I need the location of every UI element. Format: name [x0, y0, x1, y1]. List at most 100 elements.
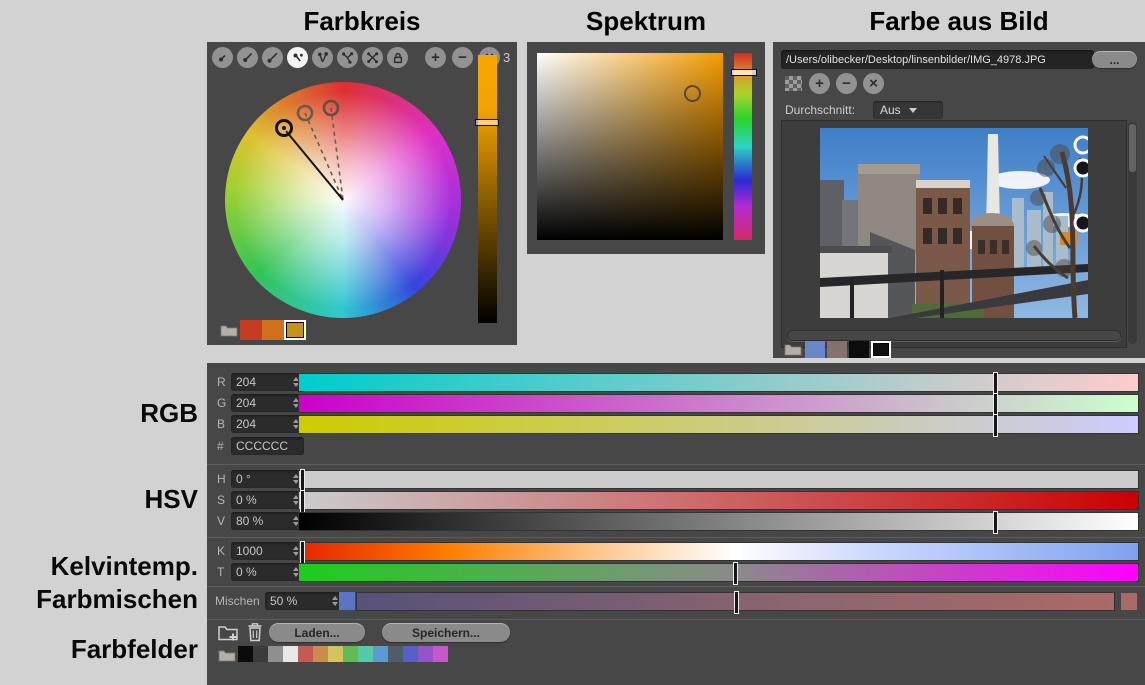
folder-icon[interactable] — [220, 323, 238, 337]
trash-icon[interactable] — [247, 621, 263, 642]
swatch[interactable] — [283, 646, 298, 662]
h-field[interactable]: 0 ° — [231, 470, 304, 488]
swatch[interactable] — [373, 646, 388, 662]
harmony-shade-button[interactable] — [262, 47, 283, 68]
h-label: H — [217, 472, 226, 486]
load-button[interactable]: Laden... — [269, 623, 365, 642]
sample-marker-3[interactable] — [1075, 215, 1088, 231]
swatch[interactable] — [388, 646, 403, 662]
color-count: 3 — [503, 50, 510, 65]
brightness-handle[interactable] — [475, 119, 499, 126]
hue-bar[interactable] — [734, 53, 752, 240]
swatch[interactable] — [343, 646, 358, 662]
horizontal-scrollbar[interactable] — [787, 330, 1121, 341]
slider-row-s: S 0 % — [207, 491, 1145, 510]
swatch[interactable] — [827, 341, 847, 358]
k-slider[interactable] — [299, 543, 1138, 560]
swatch[interactable] — [240, 320, 262, 340]
brightness-bar[interactable] — [478, 55, 497, 323]
harmony-triad-button[interactable] — [337, 47, 358, 68]
swatch[interactable] — [313, 646, 328, 662]
swatch[interactable] — [871, 341, 891, 358]
swatch[interactable] — [403, 646, 418, 662]
swatch[interactable] — [418, 646, 433, 662]
swatch[interactable] — [358, 646, 373, 662]
t-field[interactable]: 0 % — [231, 563, 304, 581]
v-handle[interactable] — [993, 511, 998, 534]
hue-handle[interactable] — [731, 69, 757, 76]
vertical-scroll-thumb[interactable] — [1129, 124, 1136, 172]
k-handle[interactable] — [300, 541, 305, 564]
folder-icon[interactable] — [784, 342, 802, 356]
k-field[interactable]: 1000 — [231, 542, 304, 560]
b-handle[interactable] — [993, 414, 998, 437]
t-handle[interactable] — [733, 562, 738, 585]
image-swatch-strip — [805, 341, 891, 358]
remove-color-button[interactable]: − — [452, 47, 473, 68]
v-slider[interactable] — [299, 513, 1138, 530]
r-field[interactable]: 204 — [231, 373, 304, 391]
swatch[interactable] — [238, 646, 253, 662]
g-field[interactable]: 204 — [231, 394, 304, 412]
v-field[interactable]: 80 % — [231, 512, 304, 530]
swatch[interactable] — [253, 646, 268, 662]
stepper-icon[interactable] — [332, 596, 338, 606]
swatch[interactable] — [268, 646, 283, 662]
hex-field[interactable]: CCCCCC — [231, 437, 304, 455]
fork-2-icon — [316, 51, 329, 64]
sample-marker-2[interactable] — [1075, 160, 1088, 176]
s-field[interactable]: 0 % — [231, 491, 304, 509]
browse-button[interactable]: ... — [1092, 51, 1137, 68]
swatch[interactable] — [284, 320, 306, 340]
swatch[interactable] — [849, 341, 869, 358]
harmony-complement-button[interactable] — [312, 47, 333, 68]
label-farbmischen: Farbmischen — [0, 584, 198, 615]
fork-4-icon — [366, 51, 379, 64]
s-handle[interactable] — [300, 490, 305, 513]
t-slider[interactable] — [299, 564, 1138, 581]
mix-handle[interactable] — [734, 591, 739, 614]
add-sample-button[interactable]: + — [809, 73, 830, 94]
mix-slider[interactable] — [357, 593, 1114, 610]
harmony-tetrad-button[interactable] — [362, 47, 383, 68]
mix-right-swatch[interactable] — [1121, 593, 1137, 610]
clear-samples-button[interactable]: × — [863, 73, 884, 94]
saturation-value-square[interactable] — [537, 53, 723, 240]
swatch[interactable] — [298, 646, 313, 662]
pixel-grid-icon[interactable] — [785, 76, 802, 91]
photo[interactable] — [820, 128, 1088, 318]
b-slider[interactable] — [299, 416, 1138, 433]
sv-marker[interactable] — [684, 85, 701, 102]
g-handle[interactable] — [993, 393, 998, 416]
add-color-button[interactable]: + — [425, 47, 446, 68]
folder-add-icon[interactable] — [217, 622, 240, 642]
r-handle[interactable] — [993, 372, 998, 395]
pin-long-icon — [266, 51, 279, 64]
remove-sample-button[interactable]: − — [836, 73, 857, 94]
harmony-mono-button[interactable] — [212, 47, 233, 68]
g-slider[interactable] — [299, 395, 1138, 412]
h-slider[interactable] — [299, 471, 1138, 488]
swatch[interactable] — [433, 646, 448, 662]
swatch[interactable] — [805, 341, 825, 358]
hex-label: # — [217, 439, 224, 453]
b-field[interactable]: 204 — [231, 415, 304, 433]
folder-icon[interactable] — [218, 648, 236, 662]
save-button[interactable]: Speichern... — [382, 623, 510, 642]
harmony-hue-button[interactable] — [237, 47, 258, 68]
label-kelvintemp: Kelvintemp. — [0, 551, 198, 582]
image-path-field[interactable]: /Users/olibecker/Desktop/linsenbilder/IM… — [781, 50, 1094, 69]
harmony-analogous-button[interactable] — [287, 47, 308, 68]
swatch[interactable] — [262, 320, 284, 340]
average-dropdown[interactable]: Aus — [873, 101, 943, 119]
r-slider[interactable] — [299, 374, 1138, 391]
s-label: S — [217, 493, 225, 507]
s-slider[interactable] — [299, 492, 1138, 509]
swatch[interactable] — [328, 646, 343, 662]
lock-button[interactable] — [387, 47, 408, 68]
mix-left-swatch[interactable] — [339, 592, 355, 610]
h-handle[interactable] — [300, 469, 305, 492]
mix-field[interactable]: 50 % — [265, 592, 343, 610]
vertical-scrollbar[interactable] — [1128, 122, 1137, 344]
divider — [207, 537, 1145, 538]
